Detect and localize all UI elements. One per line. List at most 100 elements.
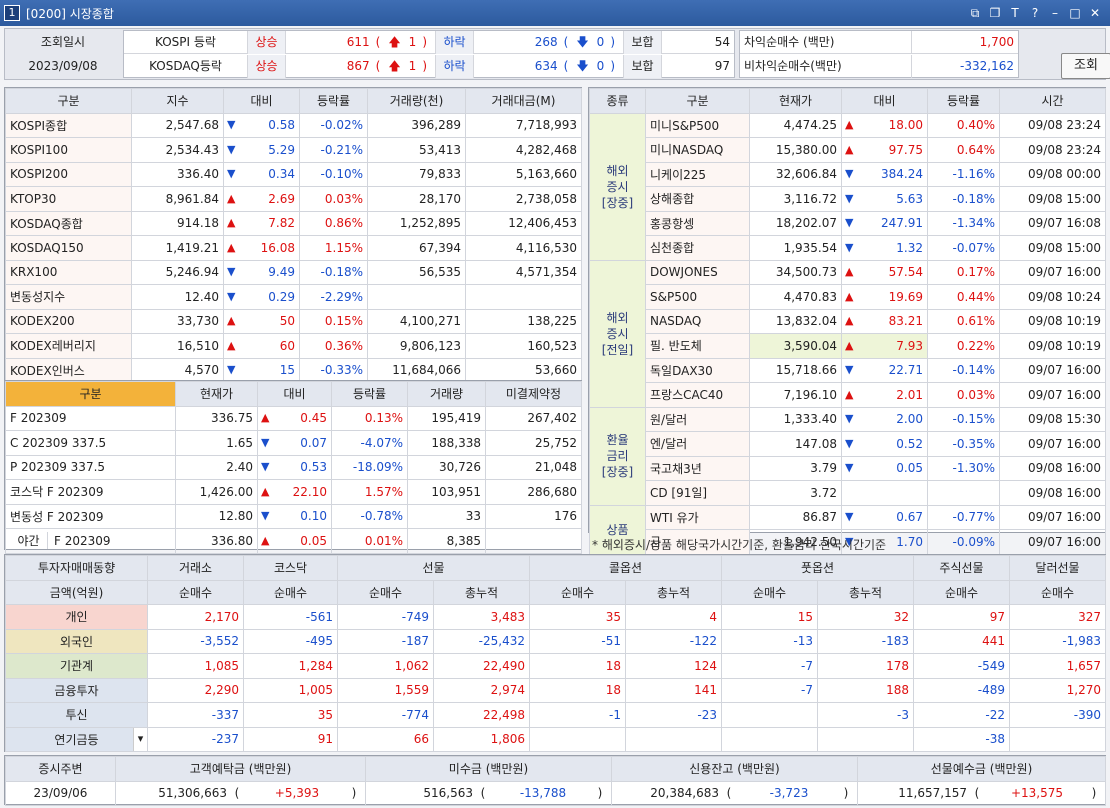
current-price: 4,474.25 xyxy=(749,112,842,138)
close-icon[interactable]: ✕ xyxy=(1086,4,1104,22)
dropdown-arrow-icon[interactable]: ▾ xyxy=(133,727,147,751)
change-rate: -0.35% xyxy=(927,431,1000,457)
net-value: -22 xyxy=(913,702,1010,728)
index-row[interactable]: KODEX인버스 4,570 ▼ 15 -0.33% 11,684,066 53,660 xyxy=(5,357,582,383)
current-price: 15,380.00 xyxy=(749,137,842,163)
net-value: -390 xyxy=(1009,702,1106,728)
overseas-row[interactable]: 독일DAX30 15,718.66 ▼ 22.71 -0.14% 09/07 16:00 xyxy=(590,357,1106,383)
link-icon[interactable]: ⧉ xyxy=(966,4,984,22)
index-row[interactable]: KTOP30 8,961.84 ▲ 2.69 0.03% 28,170 2,738,058 xyxy=(5,186,582,212)
change-value: 22.10 xyxy=(292,484,327,499)
minimize-icon[interactable]: – xyxy=(1046,4,1064,22)
overseas-row[interactable]: NASDAQ 13,832.04 ▲ 83.21 0.61% 09/08 10:19 xyxy=(590,308,1106,334)
investor-row[interactable]: 금융투자 2,290 1,005 1,559 2,974 18 141 -7 188 -489 1,… xyxy=(5,677,1106,703)
group-label: 해외 증시 [장중] xyxy=(589,112,646,261)
net-value: -183 xyxy=(817,628,914,654)
index-value: 914.18 xyxy=(131,210,224,236)
investor-row[interactable]: 개인 2,170 -561 -749 3,483 35 4 15 32 97 327 xyxy=(5,604,1106,630)
overseas-row[interactable]: 니케이225 32,606.84 ▼ 384.24 -1.16% 09/08 00:00 xyxy=(590,161,1106,187)
maximize-icon[interactable]: □ xyxy=(1066,4,1084,22)
change-cell: ▼ 0.10 xyxy=(257,503,332,529)
investor-row[interactable]: 연기금등 ▾ -237 91 66 1,806 -38 xyxy=(5,726,1106,752)
change-value: 7.93 xyxy=(896,338,923,353)
trade-amount: 7,718,993 xyxy=(465,112,582,138)
change-rate: 1.57% xyxy=(331,479,408,505)
sub-header: 순매수 xyxy=(913,579,1010,605)
overseas-row[interactable]: 엔/달러 147.08 ▼ 0.52 -0.35% 09/07 16:00 xyxy=(590,431,1106,457)
query-button[interactable]: 조회 xyxy=(1061,53,1110,79)
change-cell: ▼ 0.52 xyxy=(841,431,928,457)
overseas-name: 심천종합 xyxy=(645,235,750,261)
index-panel: 구분 지수 대비 등락률 거래량(천) 거래대금(M) KOSPI종합 2,547.68 ▼ 0… xyxy=(4,87,582,383)
investor-row[interactable]: 투신 -337 35 -774 22,498 -1 -23 -3 -22 -390 xyxy=(5,702,1106,728)
title-bar: 1 [0200] 시장종합 ⧉ ❐ T ? – □ ✕ xyxy=(0,0,1110,26)
market-label: KOSDAQ등락 xyxy=(124,55,248,78)
index-value: 2,534.43 xyxy=(131,137,224,163)
column-header: 현재가 xyxy=(749,88,842,114)
overseas-row[interactable]: 미니NASDAQ 15,380.00 ▲ 97.75 0.64% 09/08 23:24 xyxy=(590,137,1106,163)
change-cell: ▲ 2.69 xyxy=(223,186,300,212)
overseas-row[interactable]: 국고채3년 3.79 ▼ 0.05 -1.30% 09/08 16:00 xyxy=(590,455,1106,481)
futures-row[interactable]: C 202309 337.5 1.65 ▼ 0.07 -4.07% 188,338 25,7… xyxy=(5,430,582,456)
index-name: KOSPI종합 xyxy=(5,112,132,138)
column-header: 대비 xyxy=(841,88,928,114)
futures-row[interactable]: P 202309 337.5 2.40 ▼ 0.53 -18.09% 30,726 21,0… xyxy=(5,454,582,480)
overseas-row[interactable]: 홍콩항셍 18,202.07 ▼ 247.91 -1.34% 09/07 16:08 xyxy=(590,210,1106,236)
change-rate: 1.15% xyxy=(299,235,368,261)
copy-icon[interactable]: ❐ xyxy=(986,4,1004,22)
time: 09/08 16:00 xyxy=(999,480,1106,506)
triangle-down-icon: ▼ xyxy=(845,412,854,426)
net-value: 22,498 xyxy=(433,702,530,728)
overseas-row[interactable]: 상해종합 3,116.72 ▼ 5.63 -0.18% 09/08 15:00 xyxy=(590,186,1106,212)
net-value: 18 xyxy=(529,653,626,679)
futures-row[interactable]: 코스닥 F 202309 1,426.00 ▲ 22.10 1.57% 103,951 28… xyxy=(5,479,582,505)
change-value: 2.01 xyxy=(896,387,923,402)
index-name: KRX100 xyxy=(5,259,132,285)
index-row[interactable]: KOSPI종합 2,547.68 ▼ 0.58 -0.02% 396,289 7,718,9… xyxy=(5,112,582,138)
help-icon[interactable]: ? xyxy=(1026,4,1044,22)
net-value: -489 xyxy=(913,677,1010,703)
futures-row[interactable]: 변동성 F 202309 12.80 ▼ 0.10 -0.78% 33 176 xyxy=(5,503,582,529)
funds-cell: 11,657,157 (+13,575) xyxy=(857,780,1106,806)
sub-header: 총누적 xyxy=(625,579,722,605)
overseas-row[interactable]: 해외 증시 [전일] DOWJONES 34,500.73 ▲ 57.54 0.17% 09… xyxy=(589,259,1106,408)
index-row[interactable]: KOSPI100 2,534.43 ▼ 5.29 -0.21% 53,413 4,282,4… xyxy=(5,137,582,163)
investor-row[interactable]: 기관계 1,085 1,284 1,062 22,490 18 124 -7 178 -549 1,… xyxy=(5,653,1106,679)
net-value: 2,290 xyxy=(147,677,244,703)
index-row[interactable]: 변동성지수 12.40 ▼ 0.29 -2.29% xyxy=(5,284,582,310)
overseas-row[interactable]: 해외 증시 [장중] 미니S&P500 4,474.25 ▲ 18.00 0.40% 09/… xyxy=(589,112,1106,261)
overseas-row[interactable]: 환율 금리 [장중] 원/달러 1,333.40 ▼ 2.00 -0.15% 09/08 1… xyxy=(589,406,1106,506)
time: 09/07 16:00 xyxy=(999,259,1106,285)
overseas-row[interactable]: 필. 반도체 3,590.04 ▲ 7.93 0.22% 09/08 10:19 xyxy=(590,333,1106,359)
triangle-up-icon: ▲ xyxy=(227,240,236,254)
night-futures-row[interactable]: 야간 F 202309 336.80 ▲ 0.05 0.01% 8,385 xyxy=(5,528,582,554)
overseas-row[interactable]: 상품 WTI 유가 86.87 ▼ 0.67 -0.77% 09/07 16:00 xyxy=(589,504,1106,555)
down-limit: 0 xyxy=(596,59,605,73)
overseas-row[interactable]: 프랑스CAC40 7,196.10 ▲ 2.01 0.03% 09/07 16:00 xyxy=(590,382,1106,408)
net-value: -7 xyxy=(721,653,818,679)
overseas-row[interactable]: CD [91일] 3.72 09/08 16:00 xyxy=(590,480,1106,506)
overseas-row[interactable]: S&P500 4,470.83 ▲ 19.69 0.44% 09/08 10:24 xyxy=(590,284,1106,310)
index-row[interactable]: KRX100 5,246.94 ▼ 9.49 -0.18% 56,535 4,571,354 xyxy=(5,259,582,285)
index-row[interactable]: KOSDAQ150 1,419.21 ▲ 16.08 1.15% 67,394 4,116,… xyxy=(5,235,582,261)
index-row[interactable]: KOSDAQ종합 914.18 ▲ 7.82 0.86% 1,252,895 12,406,… xyxy=(5,210,582,236)
investor-row[interactable]: 외국인 -3,552 -495 -187 -25,432 -51 -122 -13 -183 44… xyxy=(5,628,1106,654)
index-row[interactable]: KOSPI200 336.40 ▼ 0.34 -0.10% 79,833 5,163,660 xyxy=(5,161,582,187)
change-cell: ▲ 97.75 xyxy=(841,137,928,163)
open-interest: 25,752 xyxy=(485,430,582,456)
font-icon[interactable]: T xyxy=(1006,4,1024,22)
futures-row[interactable]: F 202309 336.75 ▲ 0.45 0.13% 195,419 267,402 xyxy=(5,405,582,431)
index-name: KODEX레버리지 xyxy=(5,333,132,359)
column-header: 현재가 xyxy=(175,381,258,407)
futures-name: 코스닥 F 202309 xyxy=(5,479,176,505)
index-row[interactable]: KODEX레버리지 16,510 ▲ 60 0.36% 9,806,123 160,523 xyxy=(5,333,582,359)
volume: 1,252,895 xyxy=(367,210,466,236)
triangle-down-icon: ▼ xyxy=(227,118,236,132)
column-header: 종류 xyxy=(589,88,646,114)
change-cell: ▼ 0.07 xyxy=(257,430,332,456)
overseas-row[interactable]: 심천종합 1,935.54 ▼ 1.32 -0.07% 09/08 15:00 xyxy=(590,235,1106,261)
index-row[interactable]: KODEX200 33,730 ▲ 50 0.15% 4,100,271 138,225 xyxy=(5,308,582,334)
sub-header: 순매수 xyxy=(1009,579,1106,605)
net-value: -774 xyxy=(337,702,434,728)
net-value: -561 xyxy=(243,604,338,630)
